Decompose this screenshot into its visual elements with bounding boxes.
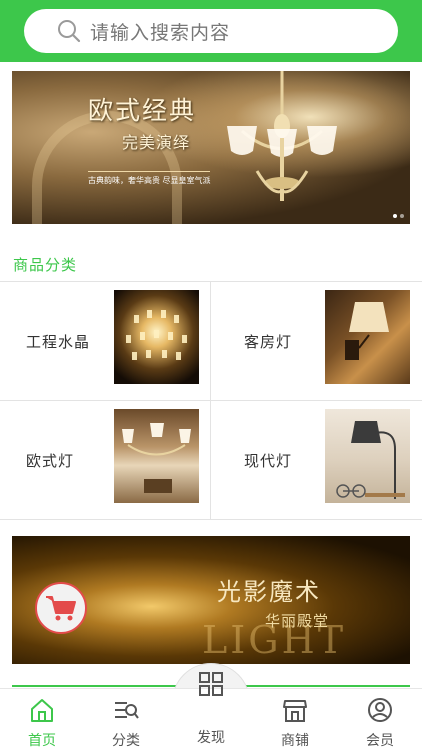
category-icon [113, 697, 139, 723]
carousel-dot[interactable] [400, 214, 404, 218]
category-image [325, 409, 410, 503]
carousel-indicator [393, 214, 404, 218]
category-label: 欧式灯 [26, 452, 75, 470]
home-icon [29, 697, 55, 723]
category-item-european-lamp[interactable]: 欧式灯 [0, 401, 211, 520]
hero-banner[interactable]: 欧式经典 完美演绎 古典韵味，奢华高贵 尽显皇室气派 [12, 71, 410, 224]
tab-home[interactable]: 首页 [0, 689, 84, 750]
category-grid: 工程水晶 客房灯 欧式灯 现代灯 [0, 281, 422, 520]
tab-label: 首页 [28, 733, 56, 749]
promo-title: 光影魔术 [217, 578, 321, 606]
category-item-modern-lamp[interactable]: 现代灯 [211, 401, 422, 520]
bottom-tab-bar: 首页 分类 发现 商铺 会员 [0, 672, 422, 750]
category-item-guestroom-lamp[interactable]: 客房灯 [211, 282, 422, 401]
category-label: 客房灯 [244, 333, 293, 351]
category-item-engineering-crystal[interactable]: 工程水晶 [0, 282, 211, 401]
tab-label: 会员 [366, 733, 394, 749]
cart-icon [46, 596, 76, 621]
grid-icon [198, 671, 224, 697]
carousel-dot[interactable] [393, 214, 397, 218]
promo-subtitle: 华丽殿堂 [265, 612, 330, 630]
section-title: 商品分类 [13, 256, 78, 274]
user-icon [367, 697, 393, 723]
cart-button[interactable] [35, 582, 87, 634]
search-input[interactable]: 请输入搜索内容 [24, 9, 398, 53]
tab-label: 发现 [197, 730, 225, 746]
category-image [325, 290, 410, 384]
search-icon [56, 18, 82, 44]
banner-subtitle: 完美演绎 [122, 133, 191, 152]
tab-category[interactable]: 分类 [84, 689, 168, 750]
promo-banner[interactable]: LIGHT 光影魔术 华丽殿堂 [12, 536, 410, 664]
search-placeholder: 请输入搜索内容 [90, 21, 231, 44]
tab-discover[interactable]: 发现 [169, 672, 253, 750]
category-image [114, 290, 199, 384]
category-label: 工程水晶 [26, 333, 91, 351]
category-label: 现代灯 [244, 452, 293, 470]
banner-divider [88, 171, 210, 172]
store-icon [282, 697, 308, 723]
tab-member[interactable]: 会员 [338, 689, 422, 750]
tab-label: 分类 [112, 733, 140, 749]
banner-tagline: 古典韵味，奢华高贵 尽显皇室气派 [88, 176, 211, 185]
category-image [114, 409, 199, 503]
banner-decor [32, 111, 182, 224]
tab-store[interactable]: 商铺 [253, 689, 337, 750]
chandelier-illustration [227, 71, 337, 201]
tab-label: 商铺 [281, 733, 309, 749]
header-bar: 请输入搜索内容 [0, 0, 422, 62]
banner-title: 欧式经典 [88, 96, 197, 125]
